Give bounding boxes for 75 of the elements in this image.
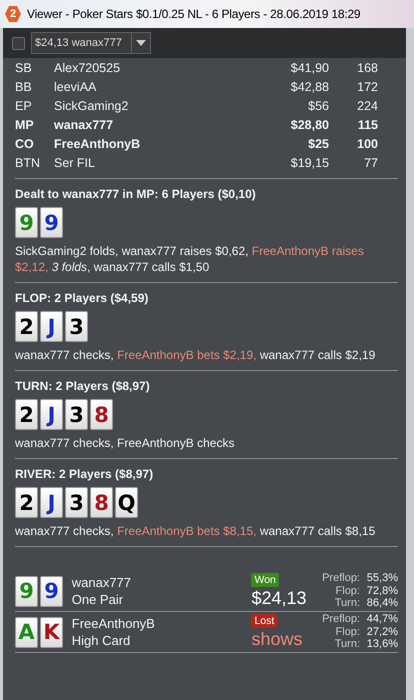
hand-dropdown[interactable]: $24,13 wanax777: [31, 32, 151, 54]
playing-card: 2: [15, 399, 38, 430]
player-name: FreeAnthonyB: [72, 615, 156, 632]
playing-card: 9: [40, 576, 63, 606]
playing-card: 8: [90, 487, 113, 518]
stack-amount: $42,88: [290, 80, 329, 94]
stack-amount: $28,80: [290, 118, 329, 132]
playing-card: J: [40, 399, 63, 430]
playing-card: 2: [15, 487, 38, 518]
result-amount: shows: [251, 628, 302, 650]
street-heading: TURN: 2 Players ($8,97): [15, 379, 151, 393]
street-heading: FLOP: 2 Players ($4,59): [15, 291, 150, 305]
stack-amount: $19,15: [290, 156, 329, 170]
checkbox[interactable]: [12, 36, 25, 50]
equity-label: Flop:: [334, 584, 360, 598]
equity-label: Turn:: [334, 597, 360, 610]
equity-value: 55,3%: [366, 572, 398, 585]
position-label: SB: [15, 60, 33, 74]
equity-value: 44,7%: [366, 613, 398, 626]
playing-card: A: [15, 616, 38, 648]
big-blinds: 100: [356, 136, 378, 150]
playing-card: K: [40, 616, 63, 648]
playing-card: 3: [65, 399, 88, 430]
street-heading: Dealt to wanax777 in MP: 6 Players ($0,10): [15, 187, 257, 201]
big-blinds: 224: [356, 98, 378, 112]
player-name: FreeAnthonyB: [54, 136, 142, 150]
result-badge: Lost: [251, 614, 278, 628]
playing-card: 9: [15, 576, 38, 606]
equity-value: 27,2%: [366, 626, 398, 638]
player-name: Alex720525: [54, 60, 122, 74]
playing-card: 3: [65, 311, 88, 342]
playing-card: J: [40, 311, 63, 342]
action-text: wanax777 checks, FreeAnthonyB bets $2,19, wanax777 calls $2,19: [15, 347, 376, 363]
app-badge: 2: [5, 6, 21, 22]
stack-amount: $41,90: [290, 60, 329, 74]
player-name: Ser FIL: [54, 156, 96, 170]
result-amount: $24,13: [251, 587, 307, 609]
playing-card: 9: [15, 207, 38, 238]
street-heading: RIVER: 2 Players ($8,97): [15, 467, 154, 481]
position-label: BB: [15, 80, 33, 94]
playing-card: J: [40, 487, 63, 518]
player-name: leeviAA: [54, 80, 98, 94]
equity-value: 72,8%: [366, 584, 398, 598]
window-title: Viewer - Poker Stars $0.1/0.25 NL - 6 Players - 28.06.2019 18:29: [27, 7, 360, 21]
stack-amount: $56: [307, 98, 329, 112]
equity-value: 86,4%: [366, 597, 398, 610]
stack-amount: $25: [307, 136, 329, 150]
equity-value: 13,6%: [366, 638, 398, 651]
playing-card: 3: [65, 487, 88, 518]
equity-label: Preflop:: [321, 613, 360, 626]
big-blinds: 172: [356, 80, 378, 94]
hand-rank: High Card: [72, 632, 132, 649]
playing-card: 9: [40, 207, 63, 238]
player-name: SickGaming2: [54, 98, 130, 112]
playing-card: Q: [115, 487, 138, 518]
big-blinds: 168: [356, 60, 378, 74]
position-label: EP: [15, 98, 33, 112]
equity-label: Flop:: [334, 626, 360, 638]
equity-label: Turn:: [334, 638, 360, 651]
action-text: wanax777 checks, FreeAnthonyB checks: [15, 435, 236, 451]
playing-card: 2: [15, 311, 38, 342]
position-label: MP: [15, 118, 35, 132]
action-text: SickGaming2 folds, wanax777 raises $0,62, FreeAnthonyB raises $2,12, 3 folds, wanax777 calls $1,50: [15, 243, 365, 275]
player-name: wanax777: [54, 118, 114, 132]
big-blinds: 115: [356, 118, 378, 132]
playing-card: 8: [90, 399, 113, 430]
position-label: CO: [15, 136, 35, 150]
action-text: wanax777 checks, FreeAnthonyB bets $8,15, wanax777 calls $8,15: [15, 523, 376, 539]
position-label: BTN: [15, 156, 41, 170]
equity-label: Preflop:: [321, 572, 360, 585]
hand-rank: One Pair: [72, 591, 124, 608]
big-blinds: 77: [363, 156, 378, 170]
result-badge: Won: [251, 573, 279, 587]
player-name: wanax777: [72, 574, 132, 591]
caret-icon: [136, 40, 146, 46]
